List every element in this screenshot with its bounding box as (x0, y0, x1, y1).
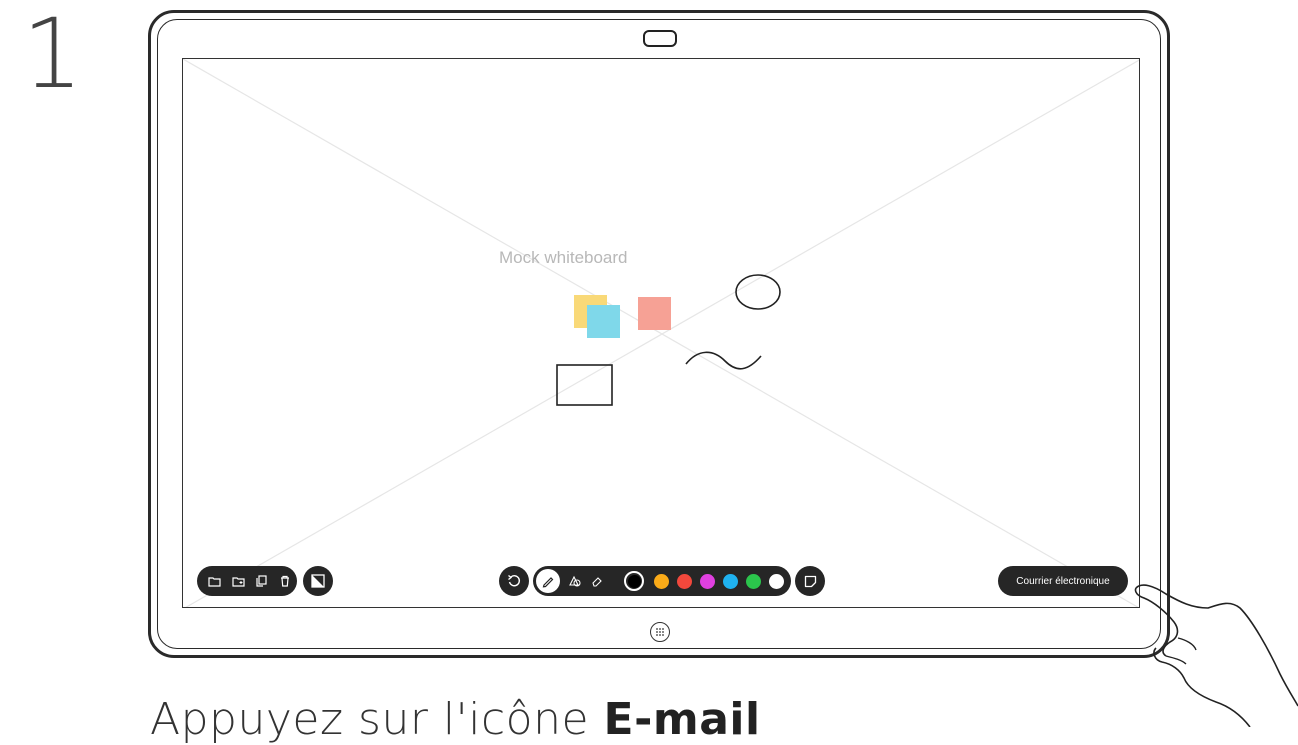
home-button[interactable] (650, 622, 670, 642)
color-swatch-green[interactable] (746, 573, 761, 589)
color-swatch-black[interactable] (624, 571, 644, 591)
camera-icon (643, 30, 677, 47)
color-swatch-blue[interactable] (723, 573, 738, 589)
undo-button[interactable] (499, 566, 529, 596)
shape-tool-button[interactable] (564, 566, 586, 596)
sticky-note-blue[interactable] (587, 305, 620, 338)
sticky-note-red[interactable] (638, 297, 671, 330)
color-swatch-white[interactable] (769, 573, 784, 589)
instruction-prefix: Appuyez sur l'icône (150, 694, 604, 745)
color-palette (622, 571, 788, 591)
sticky-note-icon (804, 575, 816, 587)
instruction-emphasis: E-mail (603, 694, 761, 745)
background-toggle-button[interactable] (303, 566, 333, 596)
color-swatch-magenta[interactable] (700, 573, 715, 589)
color-swatch-yellow[interactable] (654, 573, 669, 589)
whiteboard-drawing (183, 59, 1139, 607)
step-number: 1 (22, 0, 84, 110)
grid-icon (656, 628, 664, 636)
hand-pointer-icon (1134, 584, 1298, 727)
eraser-tool-button[interactable] (586, 566, 608, 596)
new-folder-icon[interactable] (227, 566, 251, 596)
delete-icon[interactable] (274, 566, 298, 596)
copy-icon[interactable] (250, 566, 274, 596)
drawing-toolbar (533, 566, 791, 596)
folder-icon[interactable] (203, 566, 227, 596)
drawn-wave (685, 351, 762, 370)
contrast-icon (311, 574, 325, 588)
instruction-text: Appuyez sur l'icône E-mail (150, 694, 761, 745)
whiteboard-canvas[interactable]: Mock whiteboard Courrier électronique (182, 58, 1140, 608)
pen-icon (542, 577, 554, 588)
eraser-icon (591, 577, 602, 587)
undo-icon (508, 574, 521, 587)
color-swatch-red[interactable] (677, 573, 692, 589)
pen-tool-button[interactable] (536, 569, 560, 593)
sticky-note-button[interactable] (795, 566, 825, 596)
drawn-rectangle (556, 364, 613, 406)
drawn-ellipse (735, 274, 781, 310)
file-toolbar (197, 566, 297, 596)
whiteboard-label: Mock whiteboard (499, 248, 628, 267)
email-button[interactable]: Courrier électronique (998, 566, 1128, 596)
shape-icon (569, 575, 581, 587)
